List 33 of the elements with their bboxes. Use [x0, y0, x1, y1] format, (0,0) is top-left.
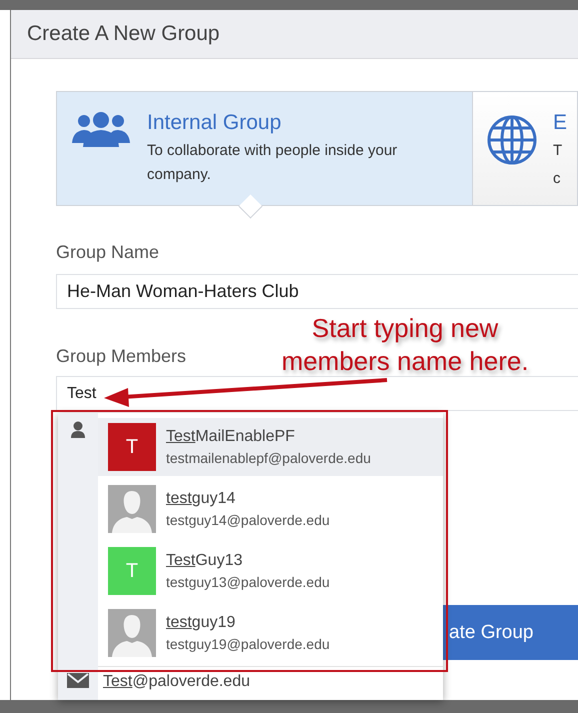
- suggestion-email: testguy13@paloverde.edu: [166, 574, 330, 590]
- suggestion-name: testguy19: [166, 614, 236, 632]
- letter-avatar: T: [108, 547, 156, 595]
- group-type-title: E: [553, 111, 568, 135]
- group-type-title: Internal Group: [147, 111, 282, 135]
- avatar-silhouette-icon: [108, 609, 156, 657]
- suggestion-item[interactable]: testguy14 testguy14@paloverde.edu: [98, 480, 443, 538]
- group-type-card[interactable]: Internal Group To collaborate with people inside your company.: [56, 91, 473, 206]
- suggestion-email: testguy14@paloverde.edu: [166, 512, 330, 528]
- suggestion-name: TestGuy13: [166, 552, 244, 570]
- field-label: Group Members: [56, 346, 186, 367]
- people-icon: [71, 111, 131, 147]
- mail-icon: [67, 673, 89, 688]
- avatar-silhouette-icon: [108, 485, 156, 533]
- suggestion-email: testguy19@paloverde.edu: [166, 636, 330, 652]
- suggestion-item[interactable]: T TestMailEnablePF testmailenablepf@paloverde.edu: [98, 418, 443, 476]
- suggestion-item[interactable]: testguy19 testguy19@paloverde.edu: [98, 604, 443, 662]
- person-icon: [69, 421, 87, 438]
- group-type-description: T: [553, 141, 564, 161]
- suggestion-name: TestMailEnablePF: [166, 428, 296, 446]
- globe-icon: [487, 115, 537, 165]
- group-type-card[interactable]: E T c: [473, 91, 578, 206]
- email-suggestion[interactable]: Test@paloverde.edu: [98, 666, 443, 700]
- field-label: Group Name: [56, 242, 160, 263]
- dialog-title: Create A New Group: [27, 22, 220, 46]
- group-type-description: To collaborate with people inside your company.: [147, 141, 398, 185]
- suggestion-name: testguy14: [166, 490, 236, 508]
- suggestion-email: testmailenablepf@paloverde.edu: [166, 450, 371, 466]
- group-type-description: c: [553, 169, 562, 189]
- group-name-field[interactable]: He-Man Woman-Haters Club: [56, 274, 578, 309]
- letter-avatar: T: [108, 423, 156, 471]
- suggestion-item[interactable]: T TestGuy13 testguy13@paloverde.edu: [98, 542, 443, 600]
- annotation-text: Start typing new members name here.: [280, 312, 530, 378]
